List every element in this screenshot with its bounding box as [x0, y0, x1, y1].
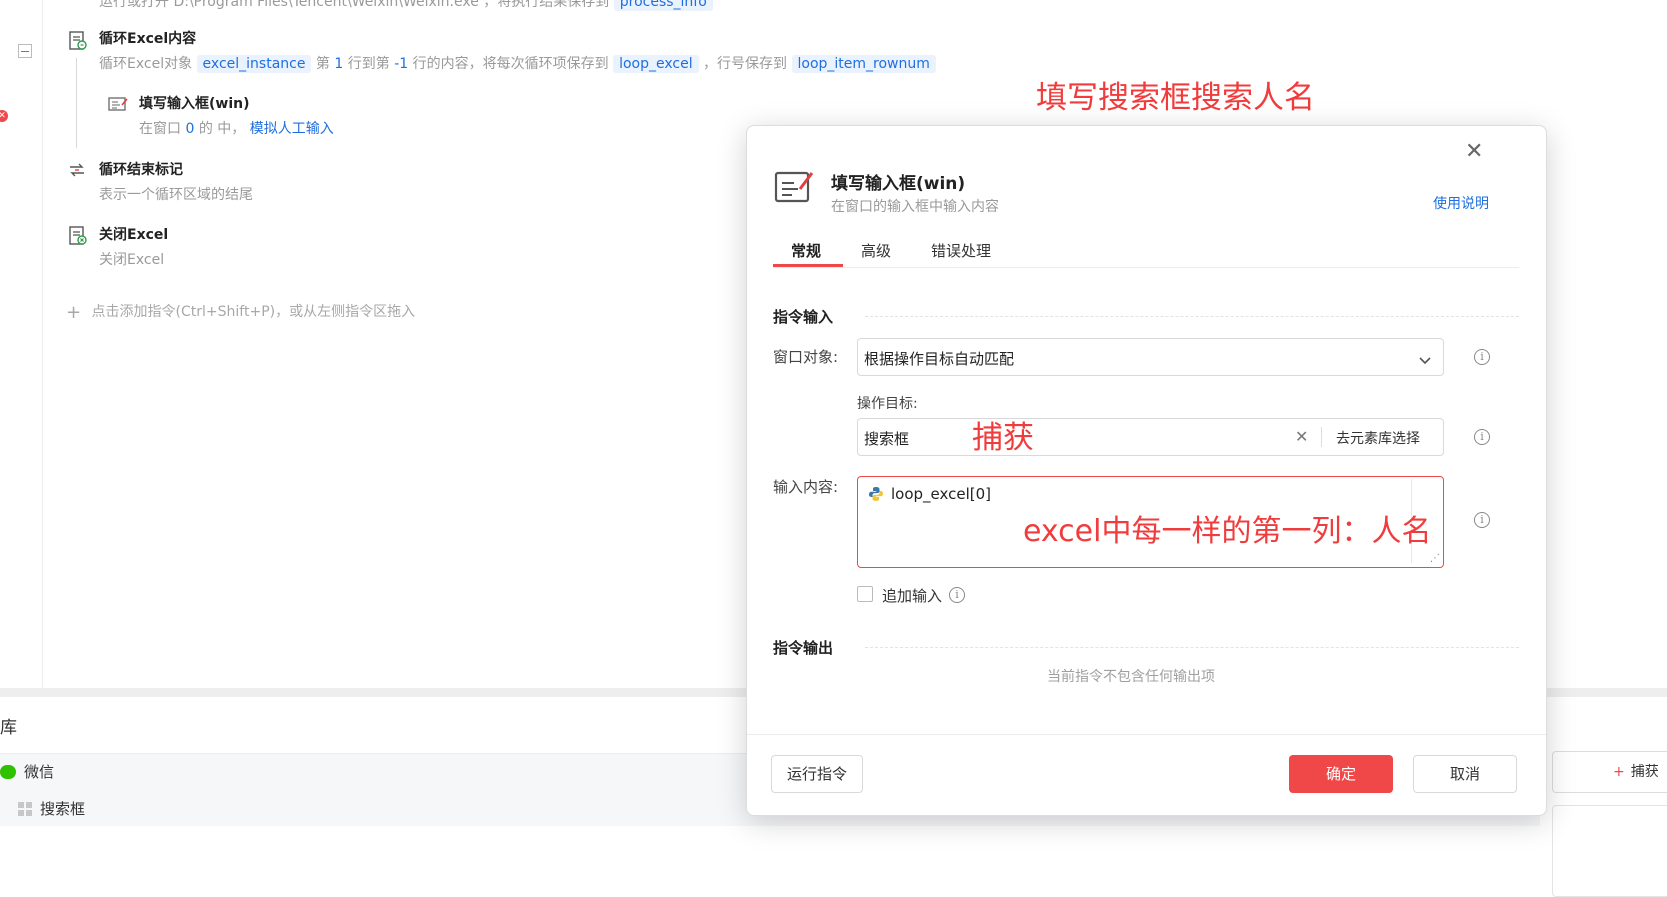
select-from-library-button[interactable]: 去元素库选择	[1336, 428, 1420, 448]
no-output-text: 当前指令不包含任何输出项	[1047, 669, 1215, 685]
tab-general[interactable]: 常规	[791, 240, 821, 261]
step-launch-desc: 运行或打开 D:\Program Files\Tencent\Weixin\We…	[99, 0, 713, 11]
loop-excel-chip[interactable]: loop_excel	[613, 55, 699, 73]
fill-desc-prefix: 在窗口	[139, 121, 181, 137]
dialog-title: 填写输入框(win)	[831, 174, 966, 194]
loop-excel-icon	[69, 31, 87, 55]
step-fill-input-title[interactable]: 填写输入框(win)	[139, 93, 250, 113]
help-link[interactable]: 使用说明	[1433, 193, 1489, 213]
error-marker-icon[interactable]: ✕	[0, 110, 8, 122]
target-value: 搜索框	[864, 430, 910, 448]
section-output-title: 指令输出	[773, 639, 834, 657]
append-checkbox[interactable]	[857, 586, 873, 602]
row-start-value[interactable]: 1	[334, 56, 343, 72]
loop-body-line	[76, 58, 77, 148]
step-loop-excel-desc: 循环Excel对象 excel_instance 第 1 行到第 -1 行的内容…	[99, 53, 936, 73]
window-object-label: 窗口对象:	[773, 348, 839, 366]
step-loop-excel-title[interactable]: 循环Excel内容	[99, 28, 196, 48]
loop-desc-prefix: 循环Excel对象	[99, 56, 193, 72]
wechat-icon	[0, 765, 16, 779]
info-icon[interactable]: i	[949, 587, 965, 603]
loop-desc-mid: 行到第	[347, 56, 390, 72]
launch-desc-text: 运行或打开 D:\Program Files\Tencent\Weixin\We…	[99, 0, 610, 10]
window-object-value: 根据操作目标自动匹配	[864, 350, 1015, 368]
resize-handle-icon[interactable]: ⋰	[1430, 553, 1440, 564]
section-input-title: 指令输入	[773, 308, 834, 326]
windows-icon	[18, 802, 32, 816]
annotation-title-note: 填写搜索框搜索人名	[1036, 80, 1315, 116]
gutter-divider	[42, 0, 43, 690]
cancel-button[interactable]: 取消	[1413, 755, 1517, 793]
close-icon[interactable]: ✕	[1465, 141, 1483, 163]
dialog-subtitle: 在窗口的输入框中输入内容	[831, 199, 999, 215]
add-command-hint[interactable]: + 点击添加指令(Ctrl+Shift+P)，或从左侧指令区拖入	[66, 301, 415, 323]
plus-icon: +	[1613, 764, 1625, 780]
window-object-select[interactable]: 根据操作目标自动匹配	[857, 338, 1444, 376]
dialog-tabs: 常规 高级 错误处理	[773, 233, 1519, 268]
step-loop-end-desc: 表示一个循环区域的结尾	[99, 187, 253, 203]
fill-input-header-icon	[774, 169, 814, 209]
run-command-button[interactable]: 运行指令	[771, 755, 863, 793]
loop-end-icon	[68, 162, 86, 181]
dialog-footer-rule	[747, 734, 1546, 735]
tab-advanced[interactable]: 高级	[861, 240, 891, 261]
target-field[interactable]: 搜索框 ✕ 去元素库选择	[857, 418, 1444, 456]
collapse-toggle[interactable]	[18, 44, 32, 58]
annotation-content-note: excel中每一样的第一列：人名	[1023, 514, 1432, 549]
step-loop-end-title[interactable]: 循环结束标记	[99, 159, 183, 179]
searchbox-label: 搜索框	[40, 800, 86, 818]
fill-input-icon	[108, 96, 128, 116]
tab-active-indicator	[773, 264, 843, 267]
window-num-value[interactable]: 0	[185, 121, 194, 137]
tab-error-handling[interactable]: 错误处理	[931, 240, 991, 261]
python-icon	[868, 486, 884, 506]
excel-instance-chip[interactable]: excel_instance	[196, 55, 312, 73]
tree-item-wechat[interactable]: 微信	[0, 761, 54, 782]
loop-desc-mid: 行的内容，将每次循环项保存到	[412, 56, 609, 72]
section-output-rule	[865, 647, 1519, 648]
capture-label: 捕获	[1630, 764, 1659, 780]
fill-desc-mid: 的 中，	[198, 121, 246, 137]
step-fill-input-desc: 在窗口 0 的 中， 模拟人工输入	[139, 118, 334, 138]
confirm-button[interactable]: 确定	[1289, 755, 1393, 793]
annotation-capture-note: 捕获	[972, 420, 1034, 456]
capture-button[interactable]: + 捕获	[1552, 751, 1667, 793]
content-label: 输入内容:	[773, 478, 839, 496]
target-label: 操作目标:	[857, 396, 918, 412]
fill-input-dialog: ✕ 填写输入框(win) 在窗口的输入框中输入内容 使用说明 常规 高级 错误处…	[746, 125, 1547, 816]
process-info-chip[interactable]: process_info	[613, 0, 713, 11]
info-icon[interactable]: i	[1474, 512, 1490, 528]
content-value: loop_excel[0]	[891, 485, 992, 503]
chevron-down-icon	[1418, 351, 1432, 370]
wechat-label: 微信	[24, 763, 55, 781]
close-excel-icon	[69, 226, 87, 250]
library-label: 库	[0, 718, 17, 738]
loop-rownum-chip[interactable]: loop_item_rownum	[791, 55, 936, 73]
clear-icon[interactable]: ✕	[1295, 427, 1308, 446]
step-close-excel-desc: 关闭Excel	[99, 252, 165, 268]
info-icon[interactable]: i	[1474, 349, 1490, 365]
append-label[interactable]: 追加输入	[882, 585, 942, 606]
step-close-excel-title[interactable]: 关闭Excel	[99, 224, 168, 244]
row-end-value[interactable]: -1	[394, 56, 408, 72]
tree-item-searchbox[interactable]: 搜索框	[18, 798, 85, 819]
simulate-input-link[interactable]: 模拟人工输入	[250, 121, 334, 137]
loop-desc-mid: ，行号保存到	[703, 56, 788, 72]
plus-icon: +	[66, 302, 82, 323]
preview-panel	[1552, 805, 1667, 897]
section-input-rule	[865, 316, 1519, 317]
loop-desc-mid: 第	[315, 56, 330, 72]
target-divider	[1321, 427, 1322, 447]
info-icon[interactable]: i	[1474, 429, 1490, 445]
add-hint-text: 点击添加指令(Ctrl+Shift+P)，或从左侧指令区拖入	[91, 304, 416, 320]
